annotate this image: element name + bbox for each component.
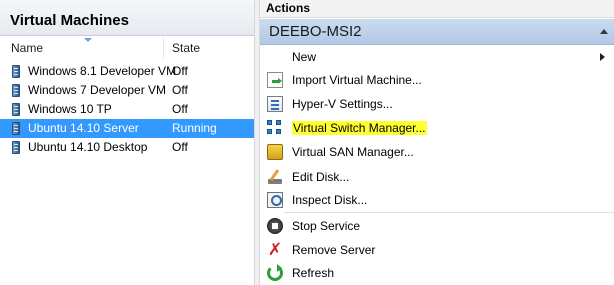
action-edit-disk[interactable]: Edit Disk... <box>260 166 614 189</box>
vm-pane-title: Virtual Machines <box>10 12 129 29</box>
action-remove-server[interactable]: ✗ Remove Server <box>260 239 614 262</box>
vm-row-selected[interactable]: Ubuntu 14.10 Server Running <box>0 119 254 138</box>
server-group-header[interactable]: DEEBO-MSI2 <box>260 19 614 45</box>
stop-icon <box>267 218 283 234</box>
vm-name: Windows 8.1 Developer VM <box>28 64 177 78</box>
san-icon <box>267 144 283 160</box>
action-label: Stop Service <box>292 219 361 233</box>
action-virtual-switch-manager[interactable]: Virtual Switch Manager... <box>260 117 614 140</box>
inspect-disk-icon <box>267 192 283 208</box>
vm-icon <box>12 141 20 154</box>
vm-state: Off <box>172 83 188 97</box>
vm-name: Windows 10 TP <box>28 102 112 116</box>
column-header-state[interactable]: State <box>165 37 254 59</box>
import-icon <box>267 72 283 88</box>
vm-row[interactable]: Windows 7 Developer VM Off <box>0 81 254 100</box>
action-refresh[interactable]: Refresh <box>260 262 614 285</box>
vm-name: Ubuntu 14.10 Server <box>28 121 139 135</box>
action-label: New <box>292 50 317 64</box>
network-switch-icon <box>267 120 283 136</box>
vm-state: Off <box>172 64 188 78</box>
action-import-virtual-machine[interactable]: Import Virtual Machine... <box>260 69 614 92</box>
vm-name: Ubuntu 14.10 Desktop <box>28 140 148 154</box>
refresh-icon <box>267 264 283 281</box>
vm-pane-header: Virtual Machines <box>0 0 254 36</box>
action-label: Virtual Switch Manager... <box>292 121 427 135</box>
virtual-machines-pane: Virtual Machines Name State Windows 8.1 … <box>0 0 254 285</box>
vm-state: Off <box>172 102 188 116</box>
action-stop-service[interactable]: Stop Service <box>260 215 614 238</box>
action-virtual-san-manager[interactable]: Virtual SAN Manager... <box>260 141 614 164</box>
action-label: Virtual SAN Manager... <box>292 145 414 159</box>
action-inspect-disk[interactable]: Inspect Disk... <box>260 189 614 212</box>
actions-title: Actions <box>266 1 311 15</box>
vm-row[interactable]: Ubuntu 14.10 Desktop Off <box>0 138 254 157</box>
action-label: Refresh <box>292 266 335 280</box>
action-label: Import Virtual Machine... <box>292 73 422 87</box>
vm-state: Running <box>172 121 217 135</box>
vm-icon <box>12 103 20 116</box>
actions-pane: Actions DEEBO-MSI2 New Import Virtual Ma… <box>260 0 614 285</box>
vm-name: Windows 7 Developer VM <box>28 83 167 97</box>
column-header-name[interactable]: Name <box>0 37 164 59</box>
vm-icon <box>12 84 20 97</box>
separator <box>284 212 614 213</box>
action-label: Remove Server <box>292 243 376 257</box>
server-name: DEEBO-MSI2 <box>269 23 362 40</box>
edit-disk-icon <box>267 169 283 185</box>
sort-indicator-icon <box>84 38 92 42</box>
vm-icon <box>12 122 20 135</box>
submenu-arrow-icon <box>600 53 605 61</box>
action-label: Edit Disk... <box>292 170 350 184</box>
action-label: Hyper-V Settings... <box>292 97 393 111</box>
action-label: Inspect Disk... <box>292 193 368 207</box>
actions-header: Actions <box>260 0 614 18</box>
vm-icon <box>12 65 20 78</box>
collapse-icon[interactable] <box>600 29 608 34</box>
action-new[interactable]: New <box>260 46 614 69</box>
action-hyperv-settings[interactable]: Hyper-V Settings... <box>260 93 614 116</box>
remove-icon: ✗ <box>267 240 283 259</box>
vm-state: Off <box>172 140 188 154</box>
vm-row[interactable]: Windows 8.1 Developer VM Off <box>0 62 254 81</box>
settings-icon <box>267 96 283 112</box>
vm-row[interactable]: Windows 10 TP Off <box>0 100 254 119</box>
